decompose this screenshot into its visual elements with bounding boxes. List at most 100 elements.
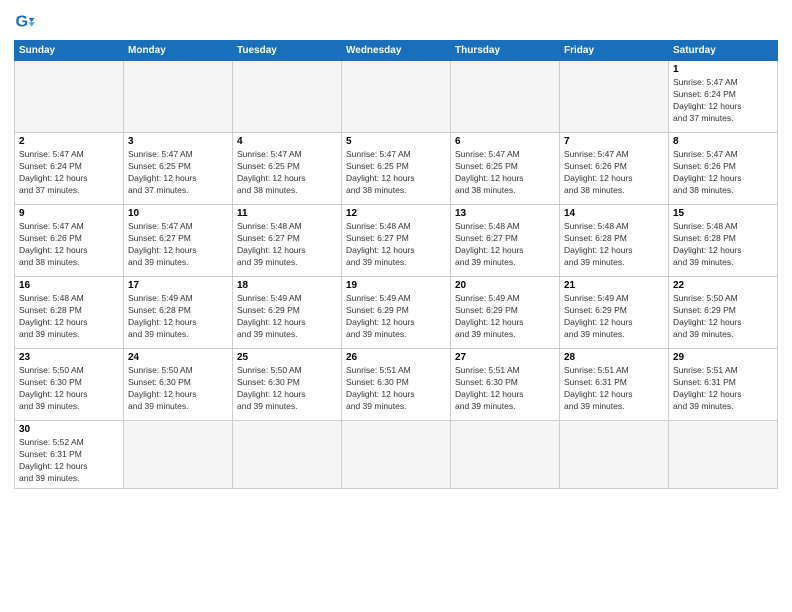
day-number: 11 xyxy=(237,208,337,219)
calendar-day xyxy=(560,61,669,133)
col-header-sunday: Sunday xyxy=(15,41,124,61)
day-number: 6 xyxy=(455,136,555,147)
calendar-day: 25Sunrise: 5:50 AMSunset: 6:30 PMDayligh… xyxy=(233,349,342,421)
calendar-day: 13 Sunrise: 5:48 AMSunset: 6:27 PMDayligh… xyxy=(451,205,560,277)
calendar-day xyxy=(342,61,451,133)
calendar-day xyxy=(15,61,124,133)
day-info: Sunrise: 5:47 AMSunset: 6:26 PMDaylight:… xyxy=(564,149,664,197)
day-number: 13 xyxy=(455,208,555,219)
day-info: Sunrise: 5:48 AMSunset: 6:28 PMDaylight:… xyxy=(564,221,664,269)
day-number: 19 xyxy=(346,280,446,291)
day-info: Sunrise: 5:50 AMSunset: 6:29 PMDaylight:… xyxy=(673,293,773,341)
calendar-week-row: 2Sunrise: 5:47 AMSunset: 6:24 PMDaylight… xyxy=(15,133,778,205)
calendar-day: 20Sunrise: 5:49 AMSunset: 6:29 PMDayligh… xyxy=(451,277,560,349)
calendar-day: 1 Sunrise: 5:47 AMSunset: 6:24 PMDaylight… xyxy=(669,61,778,133)
day-number: 27 xyxy=(455,352,555,363)
calendar-day: 11 Sunrise: 5:48 AMSunset: 6:27 PMDayligh… xyxy=(233,205,342,277)
day-info: Sunrise: 5:47 AMSunset: 6:27 PMDaylight:… xyxy=(128,221,228,269)
col-header-saturday: Saturday xyxy=(669,41,778,61)
day-info: Sunrise: 5:50 AMSunset: 6:30 PMDaylight:… xyxy=(237,365,337,413)
calendar-week-row: 16Sunrise: 5:48 AMSunset: 6:28 PMDayligh… xyxy=(15,277,778,349)
day-info: Sunrise: 5:48 AMSunset: 6:27 PMDaylight:… xyxy=(346,221,446,269)
day-number: 8 xyxy=(673,136,773,147)
calendar-day: 3 Sunrise: 5:47 AMSunset: 6:25 PMDaylight… xyxy=(124,133,233,205)
calendar-day: 30Sunrise: 5:52 AMSunset: 6:31 PMDayligh… xyxy=(15,421,124,489)
day-number: 14 xyxy=(564,208,664,219)
day-info: Sunrise: 5:49 AMSunset: 6:29 PMDaylight:… xyxy=(237,293,337,341)
calendar-day: 4 Sunrise: 5:47 AMSunset: 6:25 PMDaylight… xyxy=(233,133,342,205)
day-info: Sunrise: 5:47 AMSunset: 6:25 PMDaylight:… xyxy=(455,149,555,197)
calendar-day: 5Sunrise: 5:47 AMSunset: 6:25 PMDaylight… xyxy=(342,133,451,205)
day-info: Sunrise: 5:48 AMSunset: 6:27 PMDaylight:… xyxy=(455,221,555,269)
day-number: 15 xyxy=(673,208,773,219)
day-info: Sunrise: 5:51 AMSunset: 6:31 PMDaylight:… xyxy=(673,365,773,413)
calendar-day: 12 Sunrise: 5:48 AMSunset: 6:27 PMDayligh… xyxy=(342,205,451,277)
calendar-day: 18 Sunrise: 5:49 AMSunset: 6:29 PMDayligh… xyxy=(233,277,342,349)
day-info: Sunrise: 5:49 AMSunset: 6:28 PMDaylight:… xyxy=(128,293,228,341)
calendar-day xyxy=(233,61,342,133)
calendar-day: 26 Sunrise: 5:51 AMSunset: 6:30 PMDayligh… xyxy=(342,349,451,421)
col-header-friday: Friday xyxy=(560,41,669,61)
day-number: 3 xyxy=(128,136,228,147)
calendar-header-row: SundayMondayTuesdayWednesdayThursdayFrid… xyxy=(15,41,778,61)
calendar-day xyxy=(669,421,778,489)
calendar-day xyxy=(124,61,233,133)
logo: G xyxy=(14,12,40,34)
calendar-table: SundayMondayTuesdayWednesdayThursdayFrid… xyxy=(14,40,778,489)
page-header: G xyxy=(14,12,778,34)
calendar-day xyxy=(451,61,560,133)
calendar-week-row: 23 Sunrise: 5:50 AMSunset: 6:30 PMDayligh… xyxy=(15,349,778,421)
col-header-thursday: Thursday xyxy=(451,41,560,61)
col-header-monday: Monday xyxy=(124,41,233,61)
day-number: 12 xyxy=(346,208,446,219)
calendar-day: 19 Sunrise: 5:49 AMSunset: 6:29 PMDayligh… xyxy=(342,277,451,349)
day-number: 29 xyxy=(673,352,773,363)
day-number: 23 xyxy=(19,352,119,363)
calendar-day: 14 Sunrise: 5:48 AMSunset: 6:28 PMDayligh… xyxy=(560,205,669,277)
day-number: 1 xyxy=(673,64,773,75)
day-info: Sunrise: 5:47 AMSunset: 6:24 PMDaylight:… xyxy=(19,149,119,197)
calendar-day: 2Sunrise: 5:47 AMSunset: 6:24 PMDaylight… xyxy=(15,133,124,205)
day-number: 7 xyxy=(564,136,664,147)
day-info: Sunrise: 5:47 AMSunset: 6:26 PMDaylight:… xyxy=(673,149,773,197)
day-info: Sunrise: 5:47 AMSunset: 6:26 PMDaylight:… xyxy=(19,221,119,269)
calendar-day xyxy=(451,421,560,489)
day-info: Sunrise: 5:49 AMSunset: 6:29 PMDaylight:… xyxy=(455,293,555,341)
calendar-day: 8 Sunrise: 5:47 AMSunset: 6:26 PMDaylight… xyxy=(669,133,778,205)
svg-text:G: G xyxy=(15,13,28,31)
calendar-day: 7 Sunrise: 5:47 AMSunset: 6:26 PMDaylight… xyxy=(560,133,669,205)
calendar-day xyxy=(560,421,669,489)
day-info: Sunrise: 5:49 AMSunset: 6:29 PMDaylight:… xyxy=(564,293,664,341)
day-info: Sunrise: 5:49 AMSunset: 6:29 PMDaylight:… xyxy=(346,293,446,341)
day-info: Sunrise: 5:50 AMSunset: 6:30 PMDaylight:… xyxy=(128,365,228,413)
day-info: Sunrise: 5:47 AMSunset: 6:24 PMDaylight:… xyxy=(673,77,773,125)
calendar-day: 10 Sunrise: 5:47 AMSunset: 6:27 PMDayligh… xyxy=(124,205,233,277)
day-info: Sunrise: 5:48 AMSunset: 6:27 PMDaylight:… xyxy=(237,221,337,269)
day-number: 10 xyxy=(128,208,228,219)
calendar-week-row: 30Sunrise: 5:52 AMSunset: 6:31 PMDayligh… xyxy=(15,421,778,489)
day-number: 24 xyxy=(128,352,228,363)
logo-icon: G xyxy=(14,12,36,34)
day-info: Sunrise: 5:47 AMSunset: 6:25 PMDaylight:… xyxy=(237,149,337,197)
day-number: 17 xyxy=(128,280,228,291)
calendar-day: 6 Sunrise: 5:47 AMSunset: 6:25 PMDaylight… xyxy=(451,133,560,205)
day-number: 26 xyxy=(346,352,446,363)
day-number: 4 xyxy=(237,136,337,147)
day-info: Sunrise: 5:47 AMSunset: 6:25 PMDaylight:… xyxy=(128,149,228,197)
calendar-day: 27Sunrise: 5:51 AMSunset: 6:30 PMDayligh… xyxy=(451,349,560,421)
day-number: 21 xyxy=(564,280,664,291)
calendar-day: 24 Sunrise: 5:50 AMSunset: 6:30 PMDayligh… xyxy=(124,349,233,421)
calendar-day: 17 Sunrise: 5:49 AMSunset: 6:28 PMDayligh… xyxy=(124,277,233,349)
calendar-week-row: 9 Sunrise: 5:47 AMSunset: 6:26 PMDaylight… xyxy=(15,205,778,277)
day-info: Sunrise: 5:51 AMSunset: 6:30 PMDaylight:… xyxy=(346,365,446,413)
calendar-day xyxy=(124,421,233,489)
calendar-day: 16Sunrise: 5:48 AMSunset: 6:28 PMDayligh… xyxy=(15,277,124,349)
day-number: 9 xyxy=(19,208,119,219)
calendar-day: 15Sunrise: 5:48 AMSunset: 6:28 PMDayligh… xyxy=(669,205,778,277)
day-info: Sunrise: 5:50 AMSunset: 6:30 PMDaylight:… xyxy=(19,365,119,413)
calendar-page: G SundayMondayTuesdayWednesdayThursdayFr… xyxy=(0,0,792,612)
day-number: 18 xyxy=(237,280,337,291)
day-info: Sunrise: 5:47 AMSunset: 6:25 PMDaylight:… xyxy=(346,149,446,197)
calendar-day: 29 Sunrise: 5:51 AMSunset: 6:31 PMDayligh… xyxy=(669,349,778,421)
calendar-day: 21 Sunrise: 5:49 AMSunset: 6:29 PMDayligh… xyxy=(560,277,669,349)
